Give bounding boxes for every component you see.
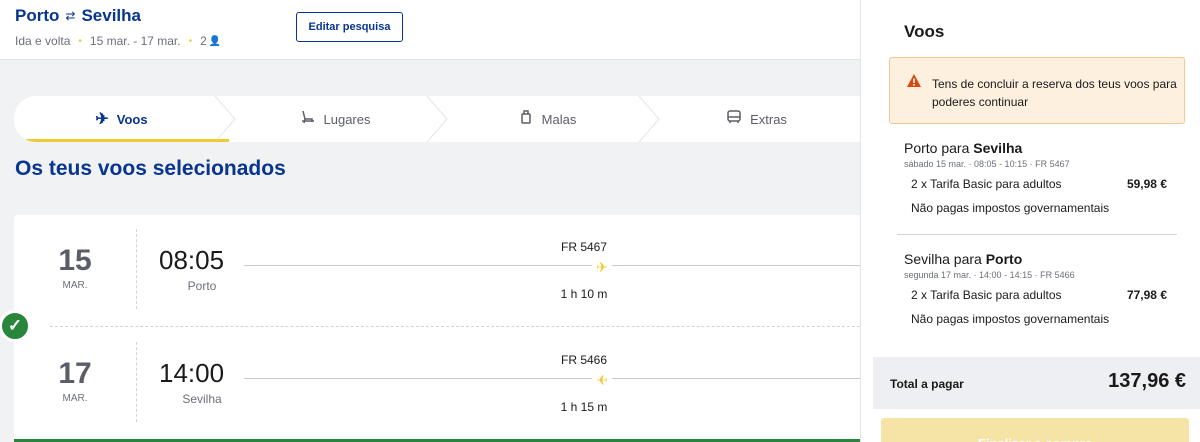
flight-date: 17 MAR. — [14, 328, 136, 424]
departure-city: Porto — [187, 279, 217, 293]
flight-day: 15 — [58, 244, 92, 277]
fare-price: 59,98 € — [1126, 177, 1167, 191]
divider — [897, 234, 1177, 235]
flight-duration: 1 h 10 m — [560, 287, 608, 301]
separator-dot-icon: • — [188, 35, 193, 47]
step-label: Extras — [750, 111, 787, 127]
total-label: Total a pagar — [890, 377, 964, 391]
trip-meta: Ida e volta • 15 mar. - 17 mar. • 2 👤 — [15, 34, 221, 48]
tax-note: Não pagas impostos governamentais — [911, 312, 1110, 326]
check-icon: ✓ — [0, 310, 31, 342]
flight-date: 15 MAR. — [14, 215, 136, 311]
bag-icon — [518, 109, 534, 130]
leg-title: Sevilha para Porto — [904, 251, 1179, 267]
warning-alert: Tens de concluir a reserva dos teus voos… — [889, 57, 1185, 124]
departure-city: Sevilha — [182, 392, 222, 406]
divider — [50, 326, 860, 327]
departure-time: 14:00 — [159, 358, 225, 388]
route-line — [244, 265, 860, 266]
summary-title: Voos — [904, 22, 945, 41]
leg-details: sábado 15 mar. · 08:05 - 10:15 · FR 5467 — [904, 159, 1070, 169]
fare-row: 2 x Tarifa Basic para adultos 59,98 € — [911, 177, 1167, 191]
selected-flights-card: 15 MAR. 08:05 Porto FR 5467 ✈ 1 h 10 m 1… — [0, 215, 860, 442]
total-value: 137,96 € — [1108, 370, 1186, 392]
booking-summary-panel: Voos Tens de concluir a reserva dos teus… — [860, 0, 1200, 442]
plane-icon: ✈ — [95, 111, 109, 128]
origin-city: Porto — [15, 6, 60, 25]
flight-month: MAR. — [62, 393, 88, 404]
round-trip-arrows-icon: ⇄ — [65, 9, 76, 23]
page-title: Os teus voos selecionados — [15, 157, 286, 180]
step-voos[interactable]: ✈ Voos — [14, 96, 236, 142]
total-bar: Total a pagar 137,96 € — [873, 357, 1200, 409]
separator-dot-icon: • — [78, 35, 82, 47]
plane-icon: ✈ — [592, 259, 612, 276]
outbound-flight-row: 15 MAR. 08:05 Porto FR 5467 ✈ 1 h 10 m — [14, 215, 860, 325]
flight-number: FR 5466 — [560, 353, 608, 367]
booking-stepper: ✈ Voos Lugares Malas Extras — [14, 96, 860, 142]
divider — [136, 229, 137, 309]
flight-month: MAR. — [62, 280, 88, 291]
leg-to: Sevilha — [973, 140, 1023, 156]
step-label: Lugares — [323, 111, 371, 127]
leg-from: Porto para — [904, 140, 974, 156]
edit-search-button[interactable]: Editar pesquisa — [296, 12, 403, 42]
leg-from: Sevilha para — [904, 251, 986, 267]
passenger-count: 2 — [200, 34, 207, 48]
step-label: Voos — [116, 111, 148, 127]
summary-leg-return: Sevilha para Porto segunda 17 mar. · 14:… — [904, 251, 1179, 326]
tax-note: Não pagas impostos governamentais — [911, 201, 1110, 215]
flight-number: FR 5467 — [560, 240, 608, 254]
trip-header: Porto ⇄ Sevilha Ida e volta • 15 mar. - … — [0, 0, 860, 60]
departure-time: 08:05 — [159, 245, 225, 275]
checkout-button[interactable]: Finalizar a compra — [881, 418, 1189, 442]
seat-icon — [300, 109, 316, 130]
warning-icon — [907, 74, 921, 87]
destination-city: Sevilha — [81, 6, 141, 25]
leg-title: Porto para Sevilha — [904, 140, 1179, 156]
step-lugares[interactable]: Lugares — [229, 96, 448, 142]
leg-to: Porto — [985, 251, 1023, 267]
fare-label: 2 x Tarifa Basic para adultos — [911, 288, 1062, 302]
plane-icon: ✈ — [592, 372, 612, 389]
step-extras[interactable]: Extras — [653, 96, 860, 142]
step-label: Malas — [541, 111, 577, 127]
route-line — [244, 378, 860, 379]
step-malas[interactable]: Malas — [441, 96, 660, 142]
trip-type: Ida e volta — [15, 34, 71, 48]
person-icon: 👤 — [208, 35, 222, 47]
flight-duration: 1 h 15 m — [560, 400, 608, 414]
bus-icon — [726, 109, 742, 130]
return-flight-row: 17 MAR. 14:00 Sevilha FR 5466 ✈ 1 h 15 m — [14, 328, 860, 438]
warning-text: Tens de concluir a reserva dos teus voos… — [932, 77, 1177, 109]
fare-price: 77,98 € — [1126, 288, 1167, 302]
leg-details: segunda 17 mar. · 14:00 - 14:15 · FR 546… — [904, 270, 1075, 280]
trip-dates: 15 mar. - 17 mar. — [89, 34, 181, 48]
summary-leg-outbound: Porto para Sevilha sábado 15 mar. · 08:0… — [904, 140, 1179, 215]
fare-row: 2 x Tarifa Basic para adultos 77,98 € — [911, 288, 1167, 302]
flight-day: 17 — [58, 357, 92, 390]
divider — [136, 342, 137, 422]
fare-label: 2 x Tarifa Basic para adultos — [911, 177, 1062, 191]
route-title: Porto ⇄ Sevilha — [15, 6, 141, 26]
